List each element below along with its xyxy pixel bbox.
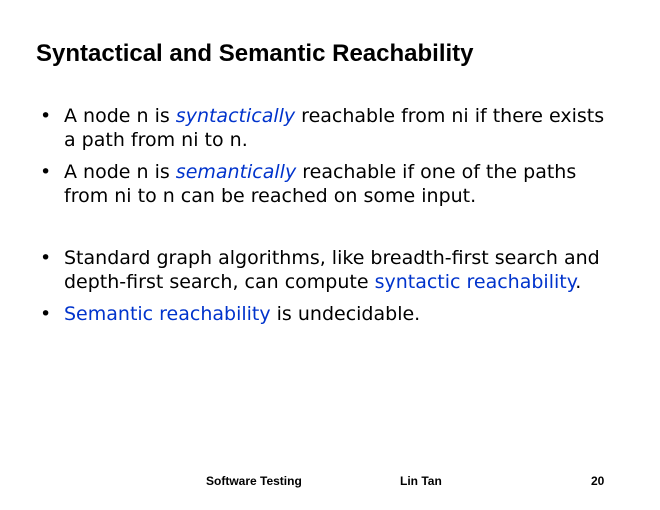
bullet-dot: • (40, 303, 52, 325)
footer-author: Lin Tan (400, 474, 442, 488)
bullet-text-pre: A node n is (64, 161, 176, 183)
bullet-dot: • (40, 161, 52, 183)
bullet-list: • A node n is syntactically reachable fr… (40, 104, 620, 334)
bullet-item: • A node n is semantically reachable if … (40, 160, 620, 208)
bullet-text-pre: A node n is (64, 105, 176, 127)
bullet-item: • A node n is syntactically reachable fr… (40, 104, 620, 152)
bullet-emphasis: Semantic reachability (64, 303, 271, 325)
footer-course: Software Testing (206, 474, 302, 488)
slide-title: Syntactical and Semantic Reachability (36, 40, 474, 67)
bullet-item: • Semantic reachability is undecidable. (40, 302, 620, 326)
bullet-emphasis: syntactic reachability (374, 271, 576, 293)
bullet-gap (40, 216, 620, 246)
bullet-emphasis: syntactically (175, 105, 296, 127)
bullet-text-post: is undecidable. (270, 303, 421, 325)
bullet-emphasis: semantically (175, 161, 297, 183)
page-number: 20 (591, 474, 605, 488)
bullet-text-post: . (575, 271, 582, 293)
bullet-dot: • (40, 105, 52, 127)
bullet-dot: • (40, 247, 52, 269)
bullet-item: • Standard graph algorithms, like breadt… (40, 246, 620, 294)
